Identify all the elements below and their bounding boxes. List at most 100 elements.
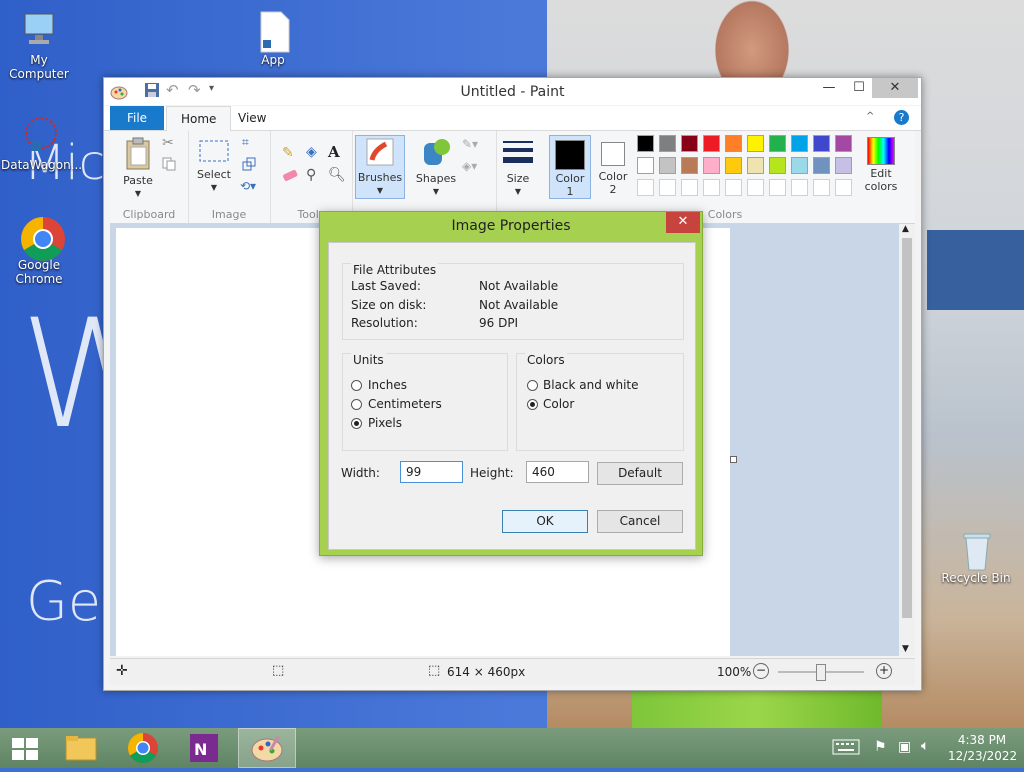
palette-color-swatch[interactable] bbox=[725, 157, 742, 174]
vertical-scrollbar[interactable]: ▲ ▼ bbox=[899, 224, 915, 656]
zoom-in-button[interactable]: + bbox=[876, 663, 892, 679]
size-button[interactable]: Size ▼ bbox=[500, 137, 536, 198]
tab-view[interactable]: View bbox=[224, 106, 280, 130]
width-input[interactable]: 99 bbox=[400, 461, 463, 483]
custom-color-slot[interactable] bbox=[747, 179, 764, 196]
desktop-icon-datawagon[interactable]: DataWagon... bbox=[1, 115, 82, 172]
palette-color-swatch[interactable] bbox=[769, 157, 786, 174]
zoom-slider-thumb[interactable] bbox=[816, 664, 826, 681]
palette-color-swatch[interactable] bbox=[813, 157, 830, 174]
palette-color-swatch[interactable] bbox=[637, 157, 654, 174]
desktop-icon-chrome[interactable]: Google Chrome bbox=[1, 215, 77, 286]
palette-color-swatch[interactable] bbox=[725, 135, 742, 152]
brushes-button[interactable]: Brushes ▼ bbox=[355, 135, 405, 199]
color1-button[interactable]: Color 1 bbox=[549, 135, 591, 199]
palette-color-swatch[interactable] bbox=[659, 135, 676, 152]
desktop-icon-app[interactable]: App bbox=[235, 10, 311, 67]
start-button[interactable] bbox=[0, 728, 54, 768]
zoom-out-button[interactable]: − bbox=[753, 663, 769, 679]
color-picker-icon[interactable]: ⚲ bbox=[306, 167, 316, 183]
custom-color-slot[interactable] bbox=[791, 179, 808, 196]
custom-color-slot[interactable] bbox=[835, 179, 852, 196]
cut-icon[interactable]: ✂ bbox=[162, 135, 174, 151]
desktop-icon-recycle-bin[interactable]: Recycle Bin bbox=[938, 528, 1014, 585]
height-input[interactable]: 460 bbox=[526, 461, 589, 483]
paste-button[interactable]: Paste ▼ bbox=[118, 137, 158, 200]
volume-icon[interactable]: 🔈︎ bbox=[921, 738, 929, 754]
copy-icon[interactable] bbox=[162, 157, 176, 174]
default-button[interactable]: Default bbox=[597, 462, 683, 485]
crop-icon[interactable]: ⌗ bbox=[242, 135, 249, 150]
pixels-radio[interactable] bbox=[351, 418, 362, 429]
scroll-up-icon[interactable]: ▲ bbox=[902, 224, 909, 234]
dialog-close-button[interactable]: ✕ bbox=[666, 212, 700, 233]
custom-color-slot[interactable] bbox=[681, 179, 698, 196]
edit-colors-button[interactable]: Edit colors bbox=[861, 137, 901, 193]
palette-color-swatch[interactable] bbox=[747, 135, 764, 152]
palette-color-swatch[interactable] bbox=[835, 157, 852, 174]
color-label[interactable]: Color bbox=[543, 397, 574, 411]
palette-color-swatch[interactable] bbox=[791, 135, 808, 152]
palette-color-swatch[interactable] bbox=[681, 135, 698, 152]
fill-icon[interactable]: ◈ bbox=[306, 144, 317, 160]
custom-color-slot[interactable] bbox=[725, 179, 742, 196]
palette-color-swatch[interactable] bbox=[747, 157, 764, 174]
taskbar-paint[interactable] bbox=[238, 728, 296, 768]
resize-icon[interactable] bbox=[242, 157, 256, 174]
magnifier-icon[interactable]: 🔍︎ bbox=[328, 167, 346, 183]
scrollbar-thumb[interactable] bbox=[902, 238, 912, 618]
select-button[interactable]: Select ▼ bbox=[194, 137, 234, 194]
eraser-icon[interactable] bbox=[282, 169, 298, 184]
minimize-button[interactable]: — bbox=[812, 78, 846, 98]
rotate-icon[interactable]: ⟲▾ bbox=[240, 179, 256, 193]
text-icon[interactable]: A bbox=[328, 143, 340, 161]
color2-button[interactable]: Color 2 bbox=[593, 135, 633, 197]
keyboard-icon[interactable] bbox=[832, 739, 860, 758]
palette-color-swatch[interactable] bbox=[769, 135, 786, 152]
taskbar-chrome[interactable] bbox=[116, 728, 170, 768]
scroll-down-icon[interactable]: ▼ bbox=[902, 644, 909, 654]
maximize-button[interactable]: ☐ bbox=[842, 78, 876, 98]
custom-color-slot[interactable] bbox=[813, 179, 830, 196]
palette-color-swatch[interactable] bbox=[659, 157, 676, 174]
inches-radio[interactable] bbox=[351, 380, 362, 391]
palette-color-swatch[interactable] bbox=[637, 135, 654, 152]
collapse-ribbon-icon[interactable]: ^ bbox=[866, 111, 874, 122]
palette-color-swatch[interactable] bbox=[681, 157, 698, 174]
taskbar-onenote[interactable]: N bbox=[178, 728, 232, 768]
title-bar[interactable]: ↶ ↷ ▾ Untitled - Paint — ☐ ✕ bbox=[104, 78, 921, 105]
custom-color-slot[interactable] bbox=[769, 179, 786, 196]
palette-color-swatch[interactable] bbox=[835, 135, 852, 152]
tab-file[interactable]: File bbox=[110, 106, 164, 130]
ok-button[interactable]: OK bbox=[502, 510, 588, 533]
action-center-flag-icon[interactable]: ⚑ bbox=[874, 739, 887, 755]
help-icon[interactable]: ? bbox=[894, 110, 909, 125]
palette-color-swatch[interactable] bbox=[703, 135, 720, 152]
custom-color-slot[interactable] bbox=[637, 179, 654, 196]
select-icon bbox=[199, 140, 229, 162]
cancel-button[interactable]: Cancel bbox=[597, 510, 683, 533]
palette-color-swatch[interactable] bbox=[703, 157, 720, 174]
black-and-white-label[interactable]: Black and white bbox=[543, 378, 639, 392]
pixels-label[interactable]: Pixels bbox=[368, 416, 402, 430]
network-icon[interactable]: ▣ bbox=[898, 739, 911, 755]
pencil-icon[interactable]: ✎ bbox=[282, 145, 294, 161]
custom-color-slot[interactable] bbox=[703, 179, 720, 196]
desktop-icon-my-computer[interactable]: My Computer bbox=[1, 10, 77, 81]
palette-color-swatch[interactable] bbox=[791, 157, 808, 174]
close-button[interactable]: ✕ bbox=[872, 78, 918, 98]
centimeters-label[interactable]: Centimeters bbox=[368, 397, 442, 411]
inches-label[interactable]: Inches bbox=[368, 378, 407, 392]
custom-color-slot[interactable] bbox=[659, 179, 676, 196]
outline-icon[interactable]: ✎▾ bbox=[462, 137, 478, 151]
taskbar-file-explorer[interactable] bbox=[54, 728, 108, 768]
shapes-button[interactable]: Shapes ▼ bbox=[414, 137, 458, 198]
centimeters-radio[interactable] bbox=[351, 399, 362, 410]
system-clock[interactable]: 4:38 PM 12/23/2022 bbox=[948, 732, 1017, 764]
palette-color-swatch[interactable] bbox=[813, 135, 830, 152]
resize-handle[interactable] bbox=[730, 456, 737, 463]
tab-home[interactable]: Home bbox=[166, 106, 232, 131]
shape-fill-icon[interactable]: ◈▾ bbox=[462, 159, 477, 173]
color-radio[interactable] bbox=[527, 399, 538, 410]
black-and-white-radio[interactable] bbox=[527, 380, 538, 391]
